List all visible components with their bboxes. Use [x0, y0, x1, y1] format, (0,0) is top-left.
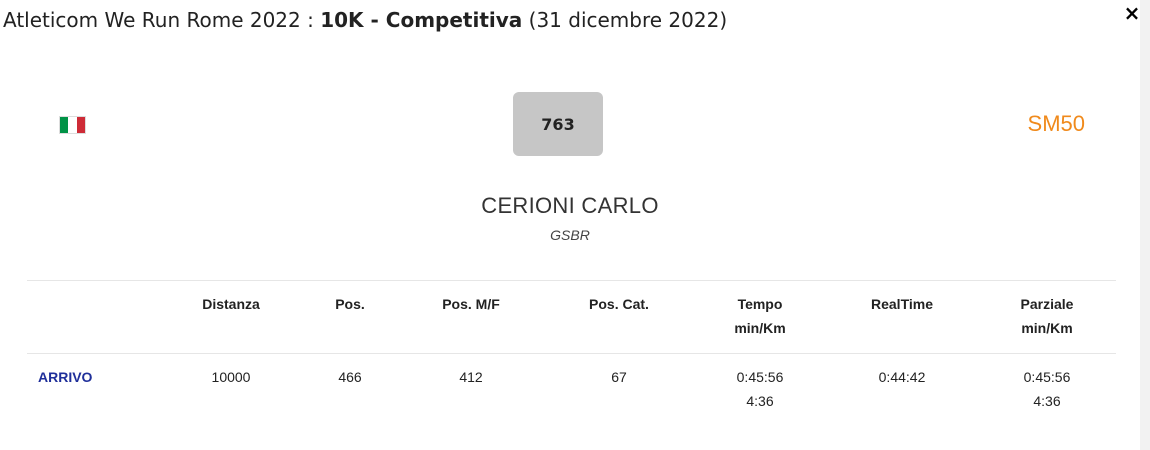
header-parziale-label: Parziale — [1020, 296, 1074, 312]
flag-stripe-white — [68, 117, 77, 133]
row-label-arrivo[interactable]: ARRIVO — [38, 365, 92, 389]
table-row-divider — [27, 353, 1116, 354]
modal-title: Atleticom We Run Rome 2022 : 10K - Compe… — [3, 8, 727, 32]
page-background-strip — [1140, 0, 1150, 450]
header-pos-cat: Pos. Cat. — [589, 296, 649, 312]
title-race-name: Atleticom We Run Rome 2022 : — [3, 8, 321, 32]
header-tempo-label: Tempo — [737, 296, 783, 312]
title-event: 10K - Competitiva — [320, 8, 523, 32]
cell-realtime: 0:44:42 — [878, 369, 926, 385]
header-parziale-unit: min/Km — [1021, 320, 1073, 336]
cell-parziale-time: 0:45:56 — [1023, 369, 1071, 385]
title-date: (31 dicembre 2022) — [528, 8, 728, 32]
header-tempo-unit: min/Km — [734, 320, 786, 336]
cell-pos-cat: 67 — [611, 369, 627, 385]
athlete-team: GSBR — [550, 227, 590, 243]
flag-stripe-green — [60, 117, 69, 133]
cell-pos-mf: 412 — [459, 369, 483, 385]
bib-number: 763 — [513, 92, 603, 156]
header-realtime: RealTime — [871, 296, 933, 312]
header-parziale: Parziale min/Km — [972, 292, 1122, 340]
italy-flag-icon — [59, 116, 86, 134]
table-top-divider — [27, 280, 1116, 281]
cell-tempo-time: 0:45:56 — [736, 369, 784, 385]
header-pos-mf: Pos. M/F — [442, 296, 500, 312]
cell-parziale-pace: 4:36 — [1033, 393, 1061, 409]
cell-tempo: 0:45:56 4:36 — [685, 365, 835, 413]
athlete-category: SM50 — [1027, 111, 1085, 136]
athlete-name: CERIONI CARLO — [481, 193, 659, 218]
header-tempo: Tempo min/Km — [685, 292, 835, 340]
cell-parziale: 0:45:56 4:36 — [972, 365, 1122, 413]
flag-stripe-red — [76, 117, 85, 133]
results-modal: Atleticom We Run Rome 2022 : 10K - Compe… — [0, 0, 1140, 450]
cell-tempo-pace: 4:36 — [746, 393, 774, 409]
